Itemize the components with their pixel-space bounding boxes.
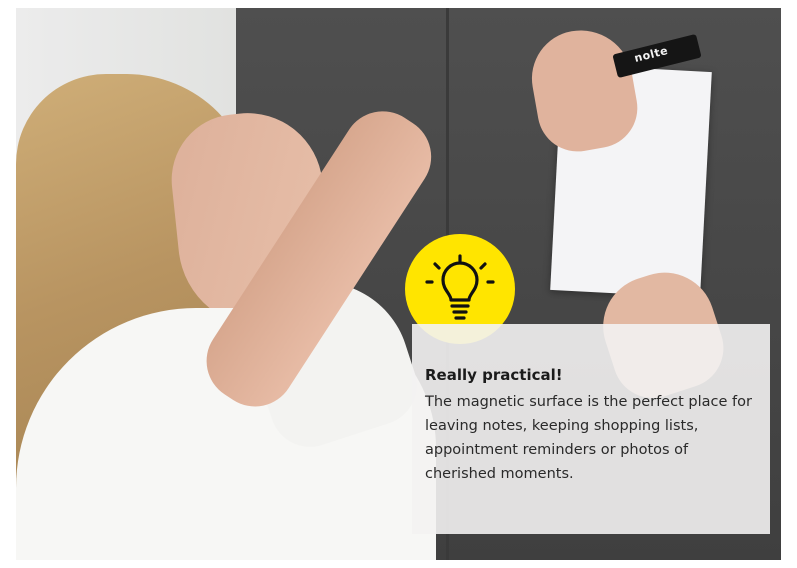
info-title: Really practical! (425, 366, 563, 384)
info-panel: Really practical! The magnetic surface i… (412, 324, 770, 534)
lightbulb-icon (425, 254, 495, 320)
promo-frame: nolte Really practical! The magnetic sur… (0, 0, 797, 568)
info-body: The magnetic surface is the perfect plac… (425, 394, 752, 482)
